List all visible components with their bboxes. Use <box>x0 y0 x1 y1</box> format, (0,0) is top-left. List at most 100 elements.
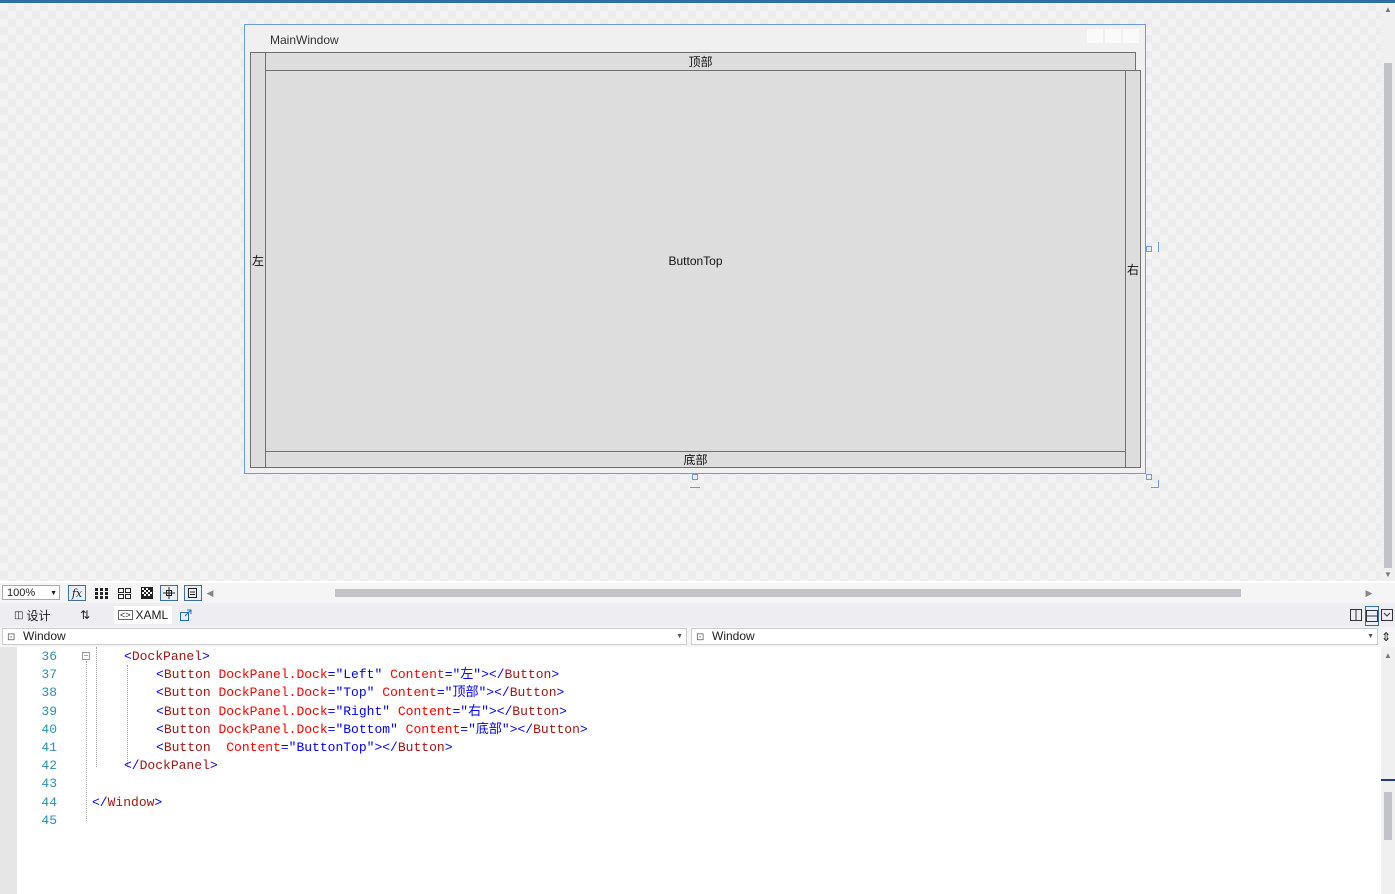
element-scope-value: Window <box>23 629 66 643</box>
close-icon <box>1123 29 1139 43</box>
line-number: 38 <box>41 685 57 701</box>
resize-marker-bottom <box>690 487 700 488</box>
code-token: < <box>156 721 164 737</box>
scroll-up-icon[interactable]: ▲ <box>1381 5 1395 14</box>
minimize-icon <box>1087 29 1103 43</box>
code-line[interactable]: <Button DockPanel.Dock="Left" Content="左… <box>156 666 559 684</box>
code-token: ="ButtonTop"></ <box>280 740 398 755</box>
designer-toolbar: 100% ▼ fx ◀ ▶ <box>0 583 1395 603</box>
element-member-value: Window <box>712 629 755 643</box>
line-number: 36 <box>41 649 57 664</box>
collapse-pane-icon[interactable] <box>1381 606 1393 624</box>
code-token: Content <box>397 703 453 719</box>
code-token: Button <box>509 685 557 701</box>
code-token: ="Bottom" <box>327 721 406 737</box>
tab-xaml-label: XAML <box>135 608 169 622</box>
resize-handle-bottom[interactable] <box>692 474 698 480</box>
zoom-select[interactable]: 100% ▼ <box>2 585 60 600</box>
split-horizontal-icon[interactable] <box>1365 606 1379 626</box>
code-token: Button <box>512 703 560 719</box>
code-token: Button <box>163 685 211 701</box>
code-token: ="左"></ <box>444 667 505 683</box>
dock-panel[interactable]: 左 顶部 右 底部 ButtonTop <box>250 52 1141 468</box>
code-line[interactable]: </Window> <box>92 794 162 812</box>
tab-design[interactable]: ◫ 设计 <box>14 606 50 624</box>
line-number: 43 <box>41 776 57 792</box>
grid-icon[interactable] <box>92 585 110 601</box>
element-member-select[interactable]: ⊡ Window ▼ <box>691 628 1378 645</box>
right-button[interactable]: 右 <box>1125 70 1141 468</box>
code-token: ="右"></ <box>452 703 513 719</box>
code-token: </ <box>124 758 140 774</box>
chevron-down-icon: ▼ <box>676 633 683 640</box>
collapse-icon[interactable]: − <box>82 652 90 660</box>
chevron-down-icon: ▼ <box>1367 633 1374 640</box>
bottom-button[interactable]: 底部 <box>265 451 1126 468</box>
left-button[interactable]: 左 <box>250 52 266 468</box>
checkerboard-icon[interactable] <box>138 585 156 601</box>
editor-vertical-scrollbar[interactable]: ▲ <box>1381 647 1395 894</box>
code-token: DockPanel <box>139 758 210 774</box>
code-token: < <box>156 685 164 701</box>
code-token: Button <box>163 740 211 755</box>
designer-vertical-scrollbar[interactable]: ▲ ▼ <box>1381 3 1395 581</box>
code-token: Button <box>504 667 552 683</box>
split-vertical-icon[interactable] <box>1350 606 1362 624</box>
scroll-up-icon[interactable]: ▲ <box>1381 651 1395 660</box>
split-editor-icon[interactable]: ⇕ <box>1381 628 1391 646</box>
code-line[interactable]: <Button DockPanel.Dock="Right" Content="… <box>156 703 567 721</box>
code-token: Button <box>163 667 211 683</box>
code-token: > <box>559 703 567 719</box>
code-token: > <box>202 649 210 664</box>
window-title: MainWindow <box>270 33 339 47</box>
formula-icon[interactable]: fx <box>68 585 86 601</box>
code-token: < <box>156 703 164 719</box>
swap-icon: ⇅ <box>80 608 91 622</box>
resize-handle-corner[interactable] <box>1146 474 1152 480</box>
editor-vscroll-thumb[interactable] <box>1384 792 1392 840</box>
outline-guide <box>86 661 87 821</box>
code-token: Window <box>107 794 155 810</box>
line-number: 40 <box>41 721 57 737</box>
designer-vscroll-thumb[interactable] <box>1384 63 1392 568</box>
scroll-down-icon[interactable]: ▼ <box>1381 570 1395 579</box>
top-button[interactable]: 顶部 <box>265 52 1136 71</box>
designer-horizontal-scrollbar[interactable] <box>210 583 1380 603</box>
code-token: ="Top" <box>327 685 383 701</box>
line-number: 44 <box>41 794 57 810</box>
code-line[interactable]: <Button Content="ButtonTop"></Button> <box>156 739 453 757</box>
code-token: ="Right" <box>327 703 398 719</box>
code-token: ="Left" <box>327 667 391 683</box>
xaml-editor[interactable]: − 36 <DockPanel> 37 <Button DockPanel.Dock=… <box>0 647 1381 894</box>
chevron-down-icon: ▼ <box>50 590 57 597</box>
code-line[interactable]: <Button DockPanel.Dock="Top" Content="顶部… <box>156 684 564 702</box>
code-token: DockPanel <box>131 649 203 664</box>
swap-panes-button[interactable]: ⇅ <box>80 606 90 624</box>
popout-icon[interactable] <box>180 606 192 624</box>
line-number: 39 <box>41 703 57 719</box>
scroll-right-icon[interactable]: ▶ <box>1363 585 1375 601</box>
code-token: < <box>156 667 164 683</box>
line-number: 41 <box>41 740 57 755</box>
tab-design-label: 设计 <box>26 608 51 623</box>
element-scope-select[interactable]: ⊡ Window ▼ <box>2 628 687 645</box>
code-token: ="底部"></ <box>460 721 534 737</box>
element-icon: ⊡ <box>696 632 705 643</box>
main-window-preview[interactable]: MainWindow 左 顶部 右 底部 ButtonTop <box>244 24 1146 474</box>
snap-grid-icon[interactable] <box>115 585 133 601</box>
tab-xaml[interactable]: <> XAML <box>114 606 173 624</box>
snap-lines-icon[interactable] <box>160 585 178 601</box>
navigation-combos: ⊡ Window ▼ ⊡ Window ▼ ⇕ <box>0 627 1395 647</box>
render-icon[interactable] <box>184 585 202 601</box>
code-token: DockPanel.Dock <box>218 721 328 737</box>
code-token: ="顶部"></ <box>436 685 510 701</box>
designer-hscroll-thumb[interactable] <box>335 589 1241 597</box>
code-line[interactable]: <Button DockPanel.Dock="Bottom" Content=… <box>156 721 588 739</box>
code-line[interactable]: <DockPanel> <box>124 648 210 666</box>
view-tabs-bar: ◫ 设计 ⇅ <> XAML <box>0 603 1395 627</box>
code-line[interactable]: </DockPanel> <box>124 757 218 775</box>
fill-button[interactable]: ButtonTop <box>265 70 1126 452</box>
resize-handle-right[interactable] <box>1146 246 1152 252</box>
code-token: Content <box>390 667 445 683</box>
